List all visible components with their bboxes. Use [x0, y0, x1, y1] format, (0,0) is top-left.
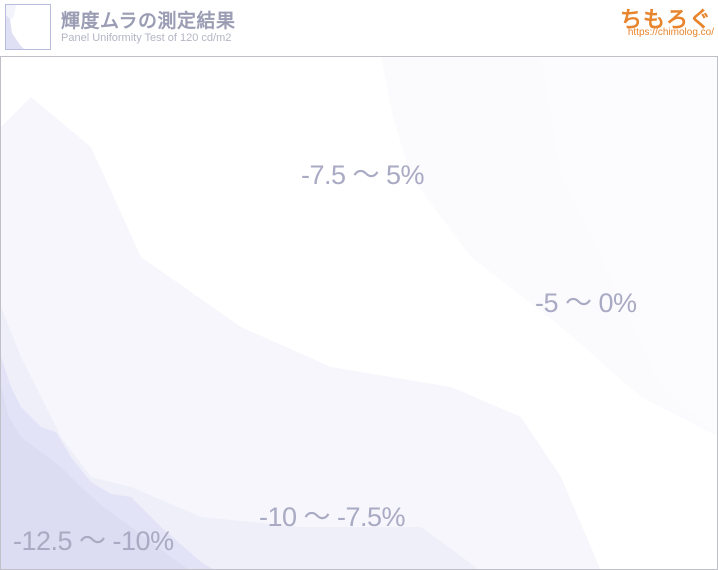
chart-thumbnail-icon: [5, 4, 51, 50]
chart-header: 輝度ムラの測定結果 Panel Uniformity Test of 120 c…: [0, 0, 718, 56]
zone-label-minus7.5-5: -7.5 〜 5%: [301, 160, 425, 190]
uniformity-heatmap: -7.5 〜 5% -5 〜 0% -10 〜 -7.5% -12.5 〜 -1…: [0, 56, 718, 570]
zone-label-minus5-0: -5 〜 0%: [535, 288, 637, 318]
chart-subtitle: Panel Uniformity Test of 120 cd/m2: [61, 32, 232, 44]
zone-label-minus12.5-10: -12.5 〜 -10%: [13, 526, 174, 556]
chart-title: 輝度ムラの測定結果: [61, 10, 236, 32]
zone-label-minus10-7.5: -10 〜 -7.5%: [259, 502, 406, 532]
brand-url: https://chimolog.co/: [627, 27, 714, 38]
